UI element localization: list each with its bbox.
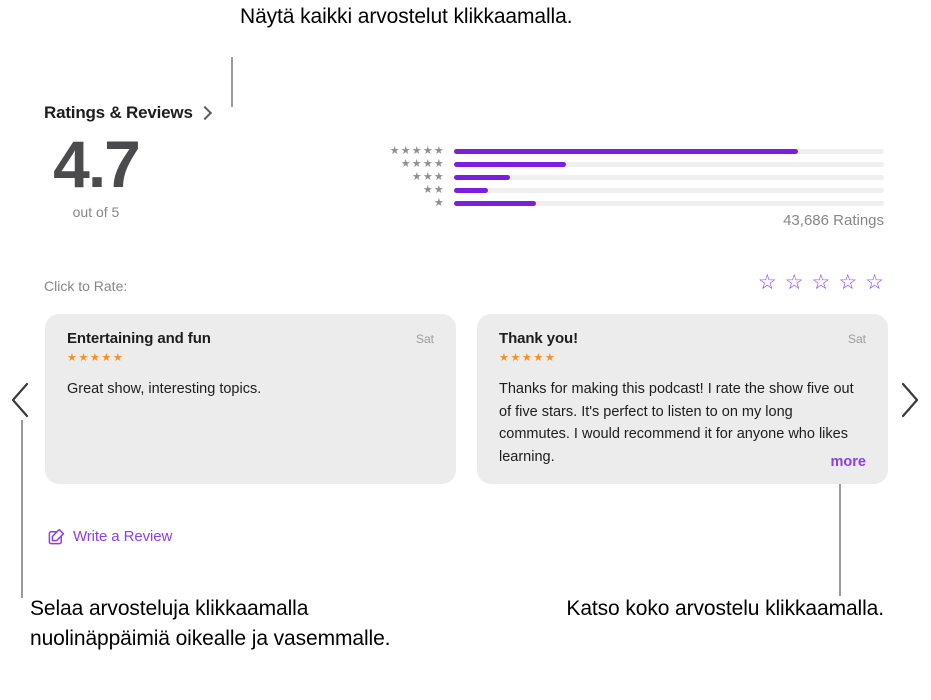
review-body-text: Great show, interesting topics. [67, 381, 262, 397]
chevron-right-icon [901, 382, 919, 418]
previous-reviews-button[interactable] [8, 381, 32, 419]
rate-star-5[interactable]: ☆ [865, 272, 884, 293]
histogram-row: ★★★★ [388, 158, 884, 171]
callout-leader-line-left [21, 420, 23, 598]
average-rating-scale: out of 5 [72, 204, 120, 220]
callout-text-top: Näytä kaikki arvostelut klikkaamalla. [240, 5, 573, 28]
click-to-rate-stars[interactable]: ☆ ☆ ☆ ☆ ☆ [758, 272, 884, 293]
histogram-bar-track [454, 188, 884, 193]
callout-text-bottom-right: Katso koko arvostelu klikkaamalla. [566, 597, 884, 620]
histogram-bar-fill [454, 201, 536, 206]
review-body-text: Thanks for making this podcast! I rate t… [499, 381, 854, 465]
histogram-row: ★ [388, 197, 884, 210]
histogram-bar-fill [454, 149, 798, 154]
ratings-count-label: 43,686 Ratings [783, 212, 884, 229]
review-title: Entertaining and fun [67, 330, 211, 347]
next-reviews-button[interactable] [898, 381, 922, 419]
review-star-rating: ★★★★★ [67, 352, 125, 364]
histogram-bar-track [454, 175, 884, 180]
histogram-star-label: ★ [433, 197, 445, 209]
ratings-histogram: ★★★★★ ★★★★ ★★★ ★★ ★ [388, 145, 884, 210]
histogram-star-label: ★★★★★ [389, 145, 445, 157]
review-card[interactable]: Entertaining and fun Sat ★★★★★ Great sho… [45, 314, 456, 484]
more-link[interactable]: more [831, 454, 866, 470]
histogram-bar-track [454, 162, 884, 167]
rate-star-2[interactable]: ☆ [785, 272, 804, 293]
histogram-bar-track [454, 201, 884, 206]
write-a-review-label: Write a Review [73, 528, 173, 545]
review-card[interactable]: Thank you! Sat ★★★★★ Thanks for making t… [477, 314, 888, 484]
histogram-star-label: ★★ [422, 184, 445, 196]
callout-leader-line-right [839, 472, 841, 596]
review-title: Thank you! [499, 330, 579, 347]
histogram-bar-fill [454, 188, 489, 193]
page-title: Ratings & Reviews [44, 103, 193, 122]
ratings-and-reviews-header[interactable]: Ratings & Reviews [44, 103, 212, 123]
review-star-rating: ★★★★★ [499, 352, 557, 364]
compose-icon [48, 528, 65, 545]
histogram-bar-track [454, 149, 884, 154]
histogram-bar-fill [454, 162, 566, 167]
histogram-row: ★★★★★ [388, 145, 884, 158]
review-header: Entertaining and fun Sat [67, 330, 434, 347]
review-header: Thank you! Sat [499, 330, 866, 347]
click-to-rate-label: Click to Rate: [44, 278, 128, 294]
review-date: Sat [415, 332, 434, 346]
histogram-row: ★★ [388, 184, 884, 197]
histogram-row: ★★★ [388, 171, 884, 184]
average-rating-block: 4.7 out of 5 [44, 128, 148, 220]
chevron-right-icon [197, 105, 212, 120]
histogram-bar-fill [454, 175, 510, 180]
chevron-left-icon [11, 382, 29, 418]
callout-leader-line-top [231, 57, 233, 107]
review-date: Sat [847, 332, 866, 346]
rate-star-1[interactable]: ☆ [758, 272, 777, 293]
write-a-review-button[interactable]: Write a Review [48, 528, 172, 545]
callout-text-bottom-left: Selaa arvosteluja klikkaamalla nuolinäpp… [30, 597, 391, 650]
rate-star-4[interactable]: ☆ [838, 272, 857, 293]
average-rating-value: 4.7 [53, 127, 141, 201]
histogram-star-label: ★★★★ [400, 158, 445, 170]
histogram-star-label: ★★★ [411, 171, 445, 183]
rate-star-3[interactable]: ☆ [812, 272, 831, 293]
